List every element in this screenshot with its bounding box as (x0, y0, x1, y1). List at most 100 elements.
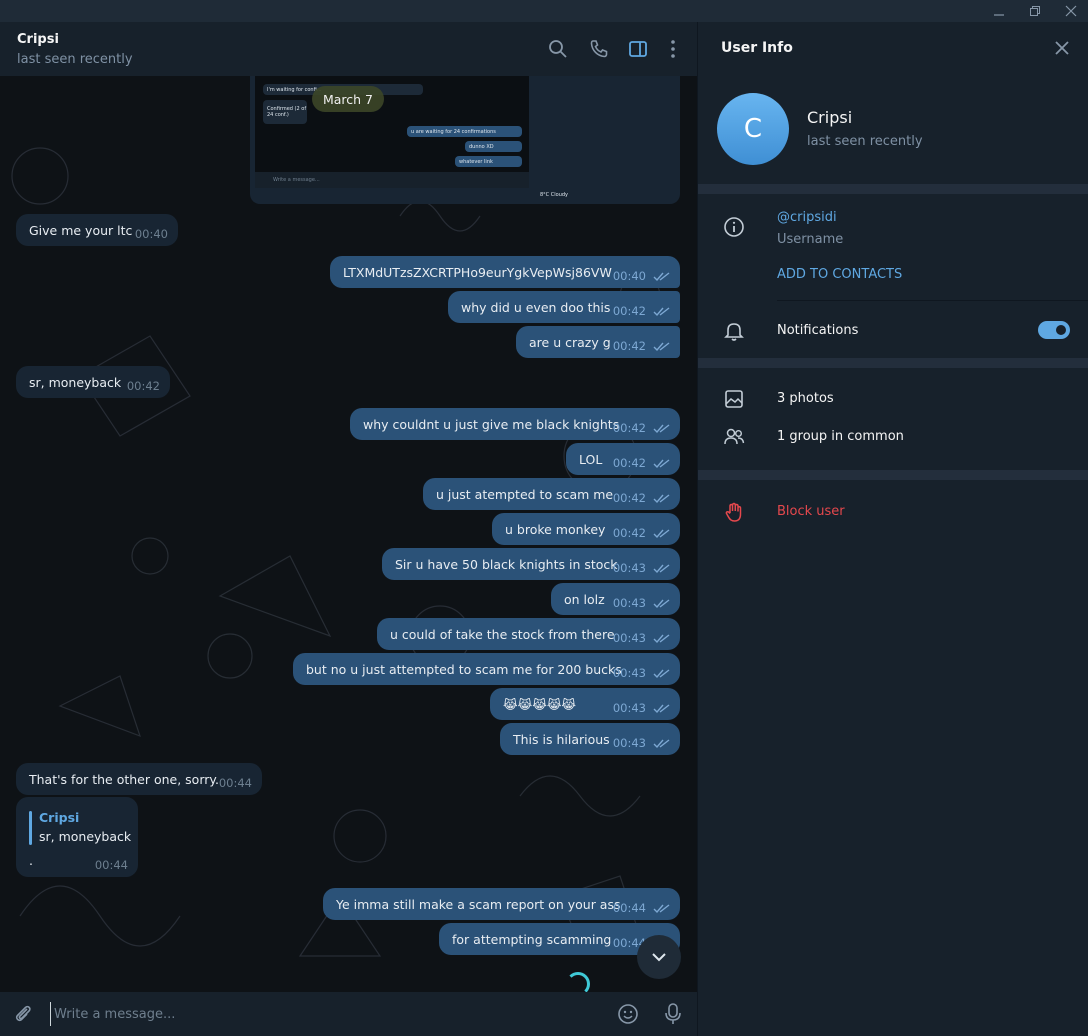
message-text: are u crazy g (529, 334, 611, 350)
outgoing-message[interactable]: why couldnt u just give me black knights… (350, 408, 680, 440)
preview-taskbar: 8°C Cloudy (540, 192, 569, 198)
user-info-panel: User Info C Cripsi last seen recently @c… (697, 22, 1088, 1036)
microphone-icon[interactable] (662, 1002, 684, 1026)
window-titlebar (0, 0, 1088, 22)
message-text: why did u even doo this (461, 299, 611, 315)
outgoing-message[interactable]: Ye imma still make a scam report on your… (323, 888, 680, 920)
chat-panel: Cripsi last seen recently I'm waiting fo… (0, 22, 697, 1036)
row-divider (777, 300, 1088, 301)
message-text: u could of take the stock from there (390, 626, 615, 642)
bell-icon (724, 323, 744, 341)
incoming-message[interactable]: Give me your ltc 00:40 (16, 214, 178, 246)
message-text: u broke monkey (505, 521, 606, 537)
block-user-button[interactable]: Block user (777, 504, 845, 519)
scroll-to-bottom-button[interactable] (637, 935, 681, 979)
message-list[interactable]: I'm waiting for confi... Confirmed (2 of… (0, 76, 697, 992)
message-time: 00:40 (612, 269, 646, 283)
close-icon (1065, 5, 1077, 17)
message-time: 00:42 (612, 491, 646, 505)
groups-in-common-link[interactable]: 1 group in common (777, 429, 904, 444)
photos-link[interactable]: 3 photos (777, 391, 834, 406)
message-text: This is hilarious (513, 731, 610, 747)
outgoing-message[interactable]: on lolz 00:43 (551, 583, 680, 615)
message-time: 00:43 (612, 561, 646, 575)
message-time: 00:42 (612, 456, 646, 470)
outgoing-message[interactable]: u could of take the stock from there 00:4… (377, 618, 680, 650)
reply-quote-text: sr, moneyback (39, 829, 132, 844)
message-text: why couldnt u just give me black knights (363, 416, 620, 432)
outgoing-message[interactable]: but no u just attempted to scam me for 2… (293, 653, 680, 685)
reply-message[interactable]: Cripsi sr, moneyback . 00:44 (16, 797, 138, 877)
call-icon[interactable] (588, 38, 610, 60)
more-icon[interactable] (662, 38, 684, 60)
read-ticks-icon (653, 272, 670, 282)
message-time: 00:40 (134, 227, 168, 241)
avatar[interactable]: C (717, 93, 789, 165)
profile-status: last seen recently (807, 134, 923, 149)
outgoing-message[interactable]: are u crazy g 00:42 (516, 326, 680, 358)
screenshot-preview: I'm waiting for confi... Confirmed (2 of… (255, 76, 529, 172)
chat-header[interactable]: Cripsi last seen recently (0, 22, 697, 76)
outgoing-message[interactable]: LTXMdUTzsZXCRTPHo9eurYgkVepWsj86VW 00:40 (330, 256, 680, 288)
preview-message: whatever link (455, 156, 522, 167)
minimize-button[interactable] (981, 0, 1017, 22)
message-time: 00:44 (612, 901, 646, 915)
outgoing-message[interactable]: 😹😹😹😹😹 00:43 (490, 688, 680, 720)
read-ticks-icon (653, 634, 670, 644)
date-separator: March 7 (312, 86, 384, 112)
read-ticks-icon (653, 739, 670, 749)
read-ticks-icon (653, 564, 670, 574)
outgoing-message[interactable]: LOL 00:42 (566, 443, 680, 475)
message-text: u just atempted to scam me (436, 486, 614, 502)
minimize-icon (994, 14, 1004, 16)
message-time: 00:43 (612, 701, 646, 715)
message-text: on lolz (564, 591, 605, 607)
info-icon (724, 217, 744, 237)
panel-title: User Info (721, 40, 793, 56)
attach-icon[interactable] (12, 1003, 34, 1025)
message-text: That's for the other one, sorry. (29, 771, 219, 787)
maximize-button[interactable] (1017, 0, 1053, 22)
message-time: 00:43 (612, 666, 646, 680)
message-input[interactable] (50, 1002, 600, 1026)
outgoing-message[interactable]: u broke monkey 00:42 (492, 513, 680, 545)
message-text: LOL (579, 451, 603, 467)
read-ticks-icon (653, 342, 670, 352)
sidebar-toggle-icon[interactable] (627, 38, 649, 60)
message-time: 00:43 (612, 631, 646, 645)
read-ticks-icon (653, 904, 670, 914)
restore-icon (1030, 6, 1040, 16)
incoming-message[interactable]: sr, moneyback 00:42 (16, 366, 170, 398)
username-label: Username (777, 232, 844, 247)
close-window-button[interactable] (1053, 0, 1088, 22)
incoming-message[interactable]: That's for the other one, sorry. 00:44 (16, 763, 262, 795)
photos-icon (725, 390, 743, 408)
add-to-contacts-button[interactable]: ADD TO CONTACTS (777, 267, 902, 282)
message-text: for attempting scamming (452, 931, 612, 947)
read-ticks-icon (653, 494, 670, 504)
message-time: 00:44 (94, 858, 128, 872)
outgoing-message[interactable]: This is hilarious 00:43 (500, 723, 680, 755)
chat-title: Cripsi (17, 32, 59, 47)
outgoing-message[interactable]: Sir u have 50 black knights in stock 00:4… (382, 548, 680, 580)
notifications-toggle[interactable] (1038, 321, 1070, 339)
message-text: sr, moneyback (29, 374, 122, 390)
message-text: LTXMdUTzsZXCRTPHo9eurYgkVepWsj86VW (343, 264, 612, 280)
block-hand-icon (725, 502, 742, 522)
notifications-label: Notifications (777, 323, 859, 338)
preview-message: Confirmed (2 of 24 conf.) (263, 100, 307, 124)
message-time: 00:42 (126, 379, 160, 393)
emoji-icon[interactable] (617, 1003, 639, 1025)
read-ticks-icon (653, 704, 670, 714)
read-ticks-icon (653, 459, 670, 469)
outgoing-message[interactable]: why did u even doo this 00:42 (448, 291, 680, 323)
chat-status: last seen recently (17, 52, 133, 67)
profile-name: Cripsi (807, 108, 853, 127)
close-panel-button[interactable] (1053, 39, 1071, 57)
username-link[interactable]: @cripsidi (777, 210, 837, 225)
message-text: Give me your ltc (29, 222, 133, 238)
message-time: 00:42 (612, 339, 646, 353)
outgoing-message[interactable]: u just atempted to scam me 00:42 (423, 478, 680, 510)
message-time: 00:43 (612, 736, 646, 750)
search-icon[interactable] (547, 38, 569, 60)
